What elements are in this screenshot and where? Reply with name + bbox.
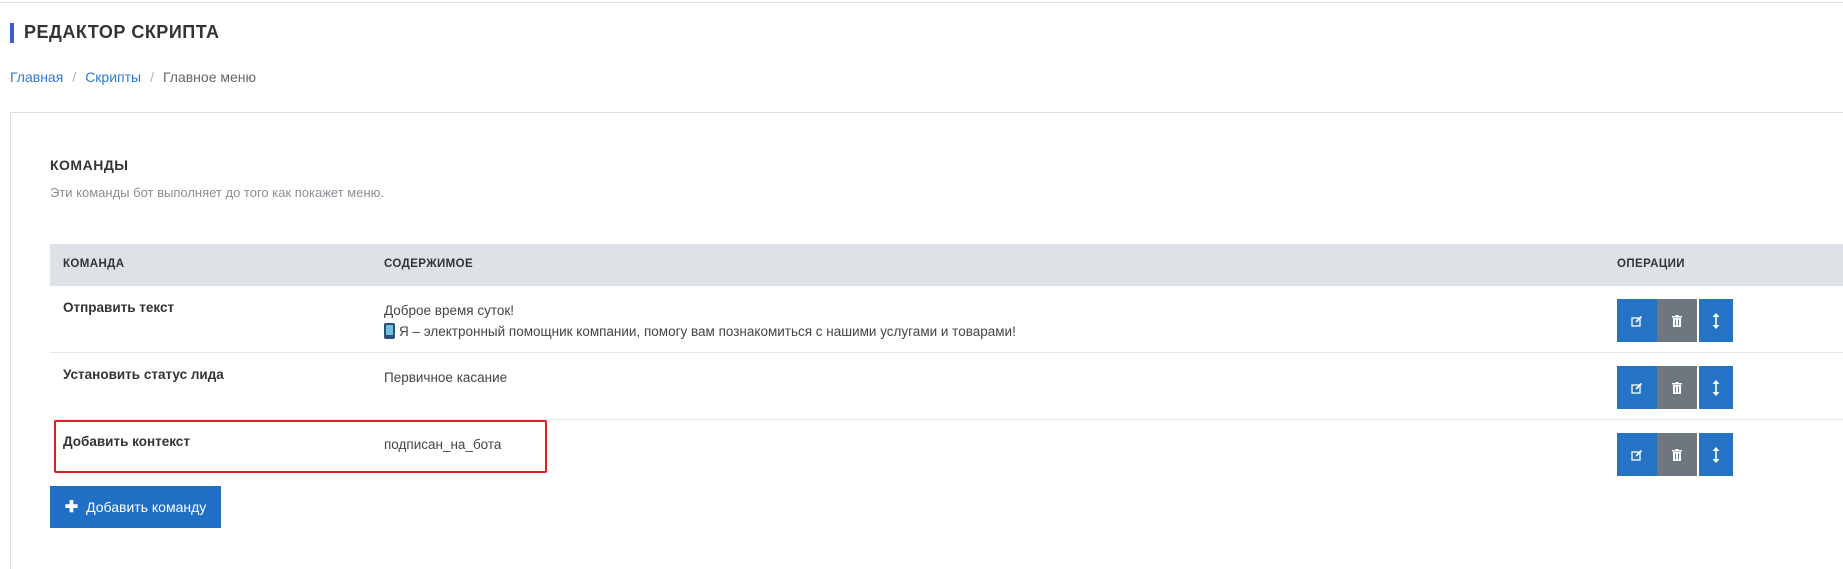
content-line: Я – электронный помощник компании, помог…: [384, 321, 1016, 342]
delete-button[interactable]: [1657, 299, 1697, 342]
table-row: Установить статус лида Первичное касание: [50, 353, 1843, 420]
breadcrumb-separator: /: [150, 69, 154, 85]
command-name: Установить статус лида: [63, 367, 224, 382]
trash-icon: [1672, 448, 1682, 461]
page-title: РЕДАКТОР СКРИПТА: [10, 22, 220, 43]
edit-button[interactable]: [1617, 366, 1657, 409]
breadcrumb-home-link[interactable]: Главная: [10, 69, 63, 85]
move-button[interactable]: [1699, 299, 1733, 342]
breadcrumb-scripts-link[interactable]: Скрипты: [85, 69, 141, 85]
edit-icon: [1631, 315, 1643, 327]
table-header: КОМАНДА СОДЕРЖИМОЕ ОПЕРАЦИИ: [50, 244, 1843, 286]
add-command-label: Добавить команду: [86, 499, 207, 515]
column-header-content: СОДЕРЖИМОЕ: [384, 258, 474, 270]
move-button[interactable]: [1699, 433, 1733, 476]
edit-icon: [1631, 449, 1643, 461]
edit-button[interactable]: [1617, 433, 1657, 476]
row-operations: [1617, 299, 1733, 342]
column-header-operations: ОПЕРАЦИИ: [1617, 258, 1685, 270]
trash-icon: [1672, 381, 1682, 394]
content-line-text: Я – электронный помощник компании, помог…: [399, 324, 1016, 339]
top-divider: [0, 2, 1843, 3]
breadcrumb-current: Главное меню: [162, 69, 257, 85]
commands-section-title: КОМАНДЫ: [50, 157, 129, 173]
column-header-command: КОМАНДА: [63, 258, 125, 270]
move-vertical-icon: [1712, 446, 1720, 463]
page-title-text: РЕДАКТОР СКРИПТА: [24, 22, 220, 42]
plus-icon: ✚: [64, 499, 79, 516]
edit-icon: [1631, 382, 1643, 394]
move-vertical-icon: [1712, 312, 1720, 329]
row-operations: [1617, 433, 1733, 476]
mobile-phone-icon: [384, 323, 395, 339]
move-vertical-icon: [1712, 379, 1720, 396]
delete-button[interactable]: [1657, 366, 1697, 409]
commands-section-subtitle: Эти команды бот выполняет до того как по…: [50, 185, 384, 200]
trash-icon: [1672, 314, 1682, 327]
add-command-button[interactable]: ✚ Добавить команду: [50, 486, 221, 528]
command-content: Доброе время суток! Я – электронный помо…: [384, 300, 1016, 342]
breadcrumb: Главная / Скрипты / Главное меню: [10, 69, 256, 85]
move-button[interactable]: [1699, 366, 1733, 409]
command-content: Первичное касание: [384, 367, 507, 388]
content-line: Доброе время суток!: [384, 303, 515, 318]
command-name: Отправить текст: [63, 300, 175, 315]
row-operations: [1617, 366, 1733, 409]
content-line: Первичное касание: [384, 370, 508, 385]
breadcrumb-separator: /: [72, 69, 77, 85]
title-accent-bar: [10, 22, 14, 43]
highlight-annotation-box: [54, 420, 547, 473]
delete-button[interactable]: [1657, 433, 1697, 476]
table-row: Отправить текст Доброе время суток! Я – …: [50, 286, 1843, 353]
edit-button[interactable]: [1617, 299, 1657, 342]
